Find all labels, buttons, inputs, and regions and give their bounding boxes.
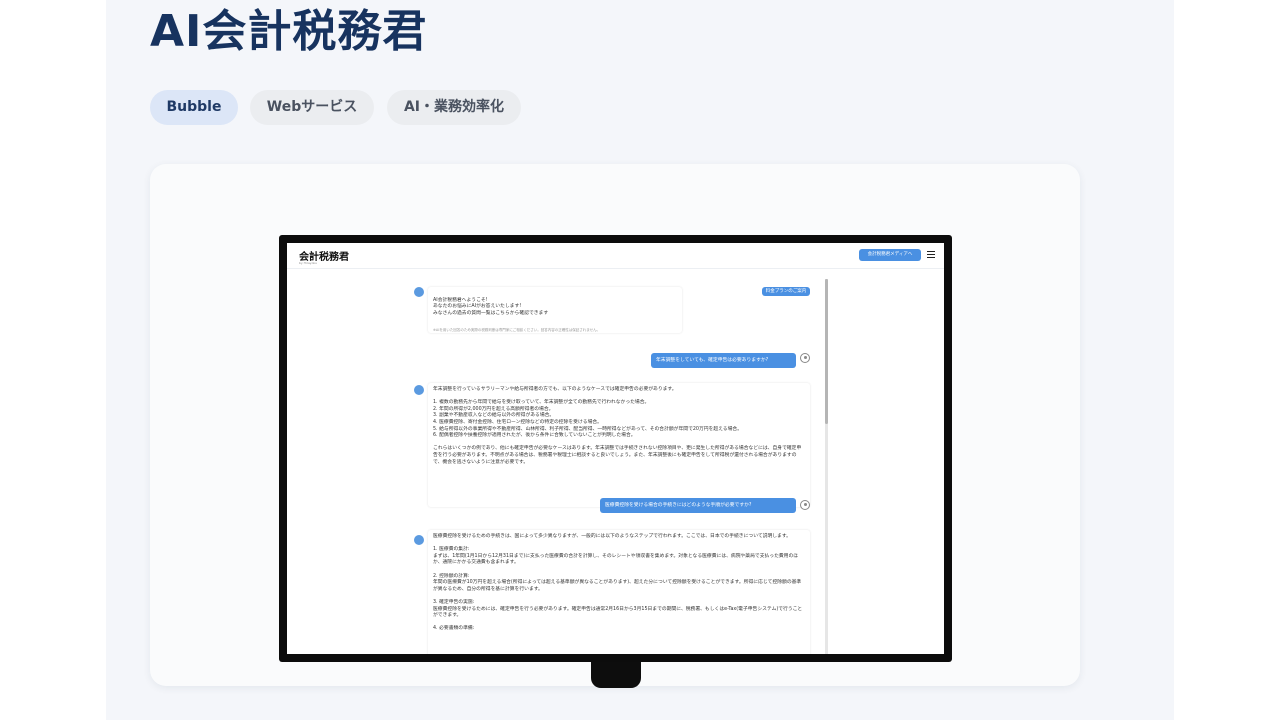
tag-web-service[interactable]: Webサービス bbox=[250, 90, 374, 125]
user-avatar-icon bbox=[800, 353, 810, 363]
bot-message-welcome: AI会計税務君へようこそ! あなたのお悩みにAIがお答えいたします! みなさんの… bbox=[428, 287, 682, 333]
page-title: AI会計税務君 bbox=[150, 6, 428, 57]
chat-thread: AI会計税務君へようこそ! あなたのお悩みにAIがお答えいたします! みなさんの… bbox=[414, 273, 824, 654]
tag-ai-efficiency[interactable]: AI・業務効率化 bbox=[387, 90, 521, 125]
app-logo-subtitle: by Hirayoku bbox=[299, 261, 317, 265]
bot-message: 年末調整を行っているサラリーマンや給与所得者の方でも、以下のようなケースでは確定… bbox=[428, 383, 810, 507]
hamburger-icon[interactable] bbox=[927, 251, 935, 259]
app-header: 会計税務君 by Hirayoku 会計税務君メディアへ bbox=[287, 243, 944, 269]
welcome-note: ※AIを用いた回答のため実際の税務判断は専門家にご相談ください。回答内容の正確性… bbox=[433, 327, 601, 332]
chat-scrollbar[interactable] bbox=[825, 279, 828, 654]
bot-message: 医療費控除を受けるための手続きは、国によって多少異なりますが、一般的には以下のよ… bbox=[428, 530, 810, 654]
monitor-frame: 会計税務君 by Hirayoku 会計税務君メディアへ AI会計税務君へようこ… bbox=[279, 235, 952, 662]
scrollbar-thumb[interactable] bbox=[825, 279, 828, 424]
user-avatar-icon bbox=[800, 500, 810, 510]
app-screenshot: 会計税務君 by Hirayoku 会計税務君メディアへ AI会計税務君へようこ… bbox=[287, 243, 944, 654]
pricing-button[interactable]: 料金プランのご案内 bbox=[762, 287, 810, 296]
bot-avatar-icon bbox=[414, 287, 424, 297]
media-link-button[interactable]: 会計税務君メディアへ bbox=[859, 249, 921, 261]
monitor-stand bbox=[591, 660, 641, 688]
tag-bubble[interactable]: Bubble bbox=[150, 90, 238, 125]
bot-avatar-icon bbox=[414, 385, 424, 395]
user-message: 年末調整をしていても、確定申告は必要ありますか? bbox=[651, 353, 796, 368]
bot-avatar-icon bbox=[414, 535, 424, 545]
user-message: 医療費控除を受ける場合の手続きにはどのような手順が必要ですか? bbox=[600, 498, 796, 513]
welcome-text: AI会計税務君へようこそ! あなたのお悩みにAIがお答えいたします! みなさんの… bbox=[433, 297, 549, 316]
